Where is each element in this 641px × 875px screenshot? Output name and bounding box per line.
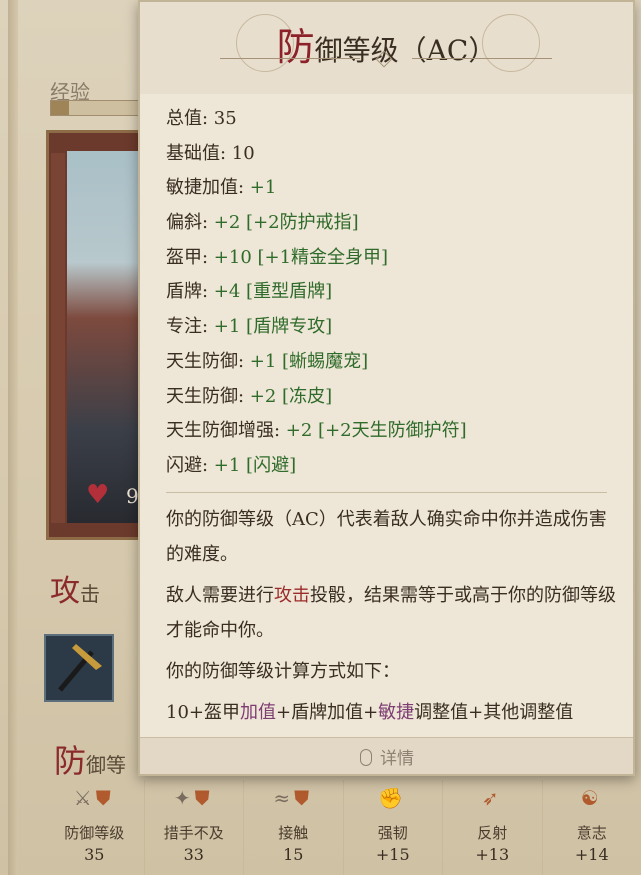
- stat-touch[interactable]: ≈⛊ 接触 15: [243, 780, 343, 875]
- ac-row-value: +1: [249, 177, 277, 199]
- ac-row-value: +4 [重型盾牌]: [213, 281, 333, 303]
- formula: 10+盔甲加值+盾牌加值+敏捷调整值+其他调整值: [166, 695, 616, 730]
- tooltip-header: 防御等级（AC）: [140, 2, 633, 94]
- ac-row: 基础值: 10: [166, 137, 467, 172]
- ac-row: 盔甲: +10 [+1精金全身甲]: [166, 241, 467, 276]
- defense-stats-bar: ⚔⛊ 防御等级 35 ✦⛊ 措手不及 33 ≈⛊ 接触 15 ✊ 强韧 +15 …: [45, 780, 641, 875]
- formula-text: 调整值+其他调整值: [414, 702, 574, 723]
- desc-paragraph: 敌人需要进行攻击投骰，结果需等于或高于你的防御等级才能命中你。: [166, 578, 616, 648]
- stat-value: +13: [475, 845, 510, 864]
- ac-row: 总值: 35: [166, 102, 467, 137]
- formula-text: +盾牌加值+: [276, 702, 379, 723]
- weapon-slot-hammer[interactable]: [44, 634, 114, 702]
- attack-keyword-link[interactable]: 攻击: [274, 585, 310, 606]
- divider-line: [220, 58, 360, 59]
- experience-bar: [50, 100, 142, 116]
- portrait-image: [67, 151, 139, 523]
- ac-row: 专注: +1 [盾牌专攻]: [166, 310, 467, 345]
- ac-row-value: +2 [+2天生防御护符]: [285, 420, 467, 442]
- ac-row-label: 专注:: [166, 316, 214, 338]
- hammer-icon: [58, 644, 102, 692]
- stat-flat-footed[interactable]: ✦⛊ 措手不及 33: [143, 780, 244, 875]
- ac-row: 偏斜: +2 [+2防护戒指]: [166, 206, 467, 241]
- ac-row-label: 总值:: [166, 108, 214, 129]
- ac-row-value: +1 [闪避]: [213, 454, 297, 476]
- mouse-icon: [360, 749, 372, 766]
- attack-section-tab[interactable]: 攻击: [50, 566, 100, 610]
- details-hint[interactable]: 详情: [360, 744, 414, 769]
- details-label: 详情: [380, 749, 414, 769]
- formula-text: 10+盔甲: [166, 702, 240, 723]
- bonus-keyword-link[interactable]: 加值: [240, 702, 276, 723]
- stat-value: +14: [574, 845, 609, 864]
- ac-breakdown-list: 总值: 35 基础值: 10 敏捷加值: +1 偏斜: +2 [+2防护戒指] …: [166, 102, 467, 484]
- attack-tab-rest: 击: [80, 582, 100, 606]
- armor-class-tooltip: 防御等级（AC） 总值: 35 基础值: 10 敏捷加值: +1 偏斜: +2 …: [138, 0, 635, 776]
- will-icon: ☯: [580, 786, 603, 810]
- ac-row-value: +2 [+2防护戒指]: [213, 212, 359, 234]
- frame-border: [8, 0, 18, 875]
- stat-reflex[interactable]: ➶ 反射 +13: [442, 780, 542, 875]
- heart-icon: ♥: [86, 480, 110, 510]
- armor-icon: ⚔⛊: [73, 786, 115, 810]
- ac-row-value: +1 [盾牌专攻]: [213, 316, 333, 338]
- stat-value: +15: [375, 845, 410, 864]
- hp-value: 9: [126, 484, 139, 508]
- tooltip-title-rest: 御等级（AC）: [314, 34, 497, 67]
- character-portrait[interactable]: [46, 130, 142, 540]
- tooltip-description: 你的防御等级（AC）代表着敌人确实命中你并造成伤害的难度。 敌人需要进行攻击投骰…: [166, 502, 616, 736]
- portrait-inscription: [51, 153, 65, 523]
- ac-row: 天生防御: +1 [蜥蜴魔宠]: [166, 345, 467, 380]
- ac-row-label: 天生防御:: [166, 385, 250, 407]
- ac-row-label: 盾牌:: [166, 281, 214, 303]
- stat-armor-class[interactable]: ⚔⛊ 防御等级 35: [45, 780, 144, 875]
- flatfooted-icon: ✦⛊: [173, 786, 214, 810]
- ac-row-value: 10: [231, 142, 255, 164]
- touch-icon: ≈⛊: [273, 786, 314, 810]
- stat-label: 强韧: [377, 824, 408, 842]
- ac-row-label: 敏捷加值:: [166, 177, 250, 199]
- stat-value: 33: [183, 845, 204, 864]
- fortitude-icon: ✊: [378, 786, 408, 810]
- defense-tab-rest: 御等: [86, 753, 127, 777]
- stat-value: 35: [84, 845, 105, 864]
- ac-row: 天生防御增强: +2 [+2天生防御护符]: [166, 414, 467, 449]
- dexterity-keyword-link[interactable]: 敏捷: [378, 702, 414, 723]
- stat-label: 防御等级: [64, 824, 125, 842]
- tooltip-footer[interactable]: 详情: [140, 737, 633, 774]
- divider-line: [412, 58, 552, 59]
- stat-label: 措手不及: [163, 824, 224, 842]
- desc-paragraph: 你的防御等级计算方式如下：: [166, 661, 400, 682]
- stat-value: 15: [283, 845, 304, 864]
- ac-row: 天生防御: +2 [冻皮]: [166, 380, 467, 415]
- ac-row: 敏捷加值: +1: [166, 171, 467, 206]
- desc-text: 敌人需要进行: [166, 585, 274, 606]
- ac-row: 盾牌: +4 [重型盾牌]: [166, 275, 467, 310]
- stat-label: 接触: [278, 824, 309, 842]
- defense-section-tab[interactable]: 防御等: [54, 736, 126, 782]
- ac-row-label: 偏斜:: [166, 212, 214, 234]
- stat-label: 反射: [477, 824, 508, 842]
- ac-row-label: 盔甲:: [166, 246, 214, 268]
- ac-row: 闪避: +1 [闪避]: [166, 449, 467, 484]
- stat-will[interactable]: ☯ 意志 +14: [541, 780, 641, 875]
- ac-row-value: +10 [+1精金全身甲]: [213, 246, 389, 268]
- reflex-icon: ➶: [481, 786, 503, 810]
- section-divider: [166, 492, 607, 493]
- ac-row-value: +2 [冻皮]: [249, 385, 333, 407]
- defense-tab-first: 防: [54, 742, 87, 780]
- ac-row-value: +1 [蜥蜴魔宠]: [249, 350, 369, 372]
- stat-label: 意志: [576, 824, 607, 842]
- experience-bar-fill: [51, 101, 69, 115]
- ac-row-value: 35: [213, 108, 237, 129]
- tooltip-title-first: 防: [276, 25, 315, 69]
- attack-tab-first: 攻: [50, 574, 80, 609]
- desc-paragraph: 你的防御等级（AC）代表着敌人确实命中你并造成伤害的难度。: [166, 509, 607, 565]
- stat-fortitude[interactable]: ✊ 强韧 +15: [342, 780, 443, 875]
- ac-row-label: 天生防御:: [166, 350, 250, 372]
- ac-row-label: 基础值:: [166, 142, 232, 164]
- ac-row-label: 闪避:: [166, 454, 214, 476]
- ac-row-label: 天生防御增强:: [166, 420, 286, 442]
